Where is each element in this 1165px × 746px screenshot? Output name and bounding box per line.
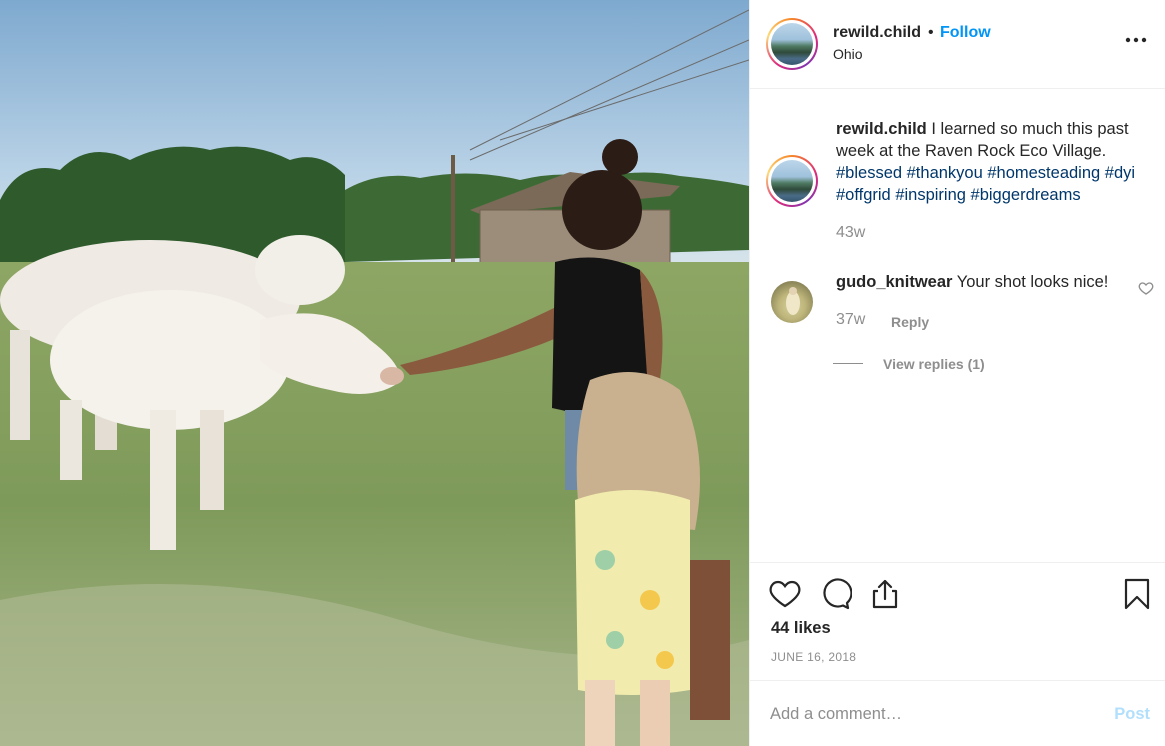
commenter-avatar[interactable] — [771, 281, 813, 323]
profile-avatar[interactable] — [766, 18, 818, 70]
separator-dot: • — [928, 24, 934, 41]
share-icon[interactable] — [868, 577, 902, 611]
caption-hashtags[interactable]: #blessed #thankyou #homesteading #dyi #o… — [836, 164, 1135, 204]
post-header: rewild.child • Follow Ohio — [750, 0, 1165, 89]
comment-input[interactable] — [770, 699, 1090, 729]
add-comment-bar: Post — [750, 680, 1165, 746]
comment-icon[interactable] — [818, 577, 852, 611]
likes-count[interactable]: 44 likes — [771, 619, 831, 638]
comment-heart-icon[interactable] — [1138, 280, 1154, 296]
more-horizontal-icon[interactable] — [1121, 30, 1151, 50]
reply-button[interactable]: Reply — [891, 314, 929, 330]
post-actions: 44 likes JUNE 16, 2018 — [750, 562, 1165, 680]
post-comment-button[interactable]: Post — [1114, 705, 1150, 724]
comment-text: gudo_knitwear Your shot looks nice! — [836, 271, 1136, 293]
photo-illustration — [0, 0, 749, 746]
header-username[interactable]: rewild.child — [833, 24, 921, 42]
post-date: JUNE 16, 2018 — [771, 650, 857, 664]
comment-timestamp: 37w — [836, 311, 866, 328]
post-photo[interactable] — [0, 0, 749, 746]
location-link[interactable]: Ohio — [833, 46, 863, 62]
heart-icon[interactable] — [768, 577, 802, 611]
replies-divider — [833, 363, 863, 364]
comment-username[interactable]: gudo_knitwear — [836, 273, 952, 291]
caption-text: rewild.child I learned so much this past… — [836, 118, 1156, 206]
avatar-picture — [786, 287, 800, 315]
view-replies-button[interactable]: View replies (1) — [883, 356, 985, 372]
comment-body: Your shot looks nice! — [956, 273, 1109, 291]
caption-timestamp: 43w — [836, 224, 866, 241]
caption-avatar[interactable] — [766, 155, 818, 207]
caption-username[interactable]: rewild.child — [836, 120, 927, 138]
post-sidebar: rewild.child • Follow Ohio rewild.child … — [749, 0, 1165, 746]
follow-button[interactable]: Follow — [940, 24, 991, 42]
bookmark-icon[interactable] — [1120, 577, 1154, 611]
